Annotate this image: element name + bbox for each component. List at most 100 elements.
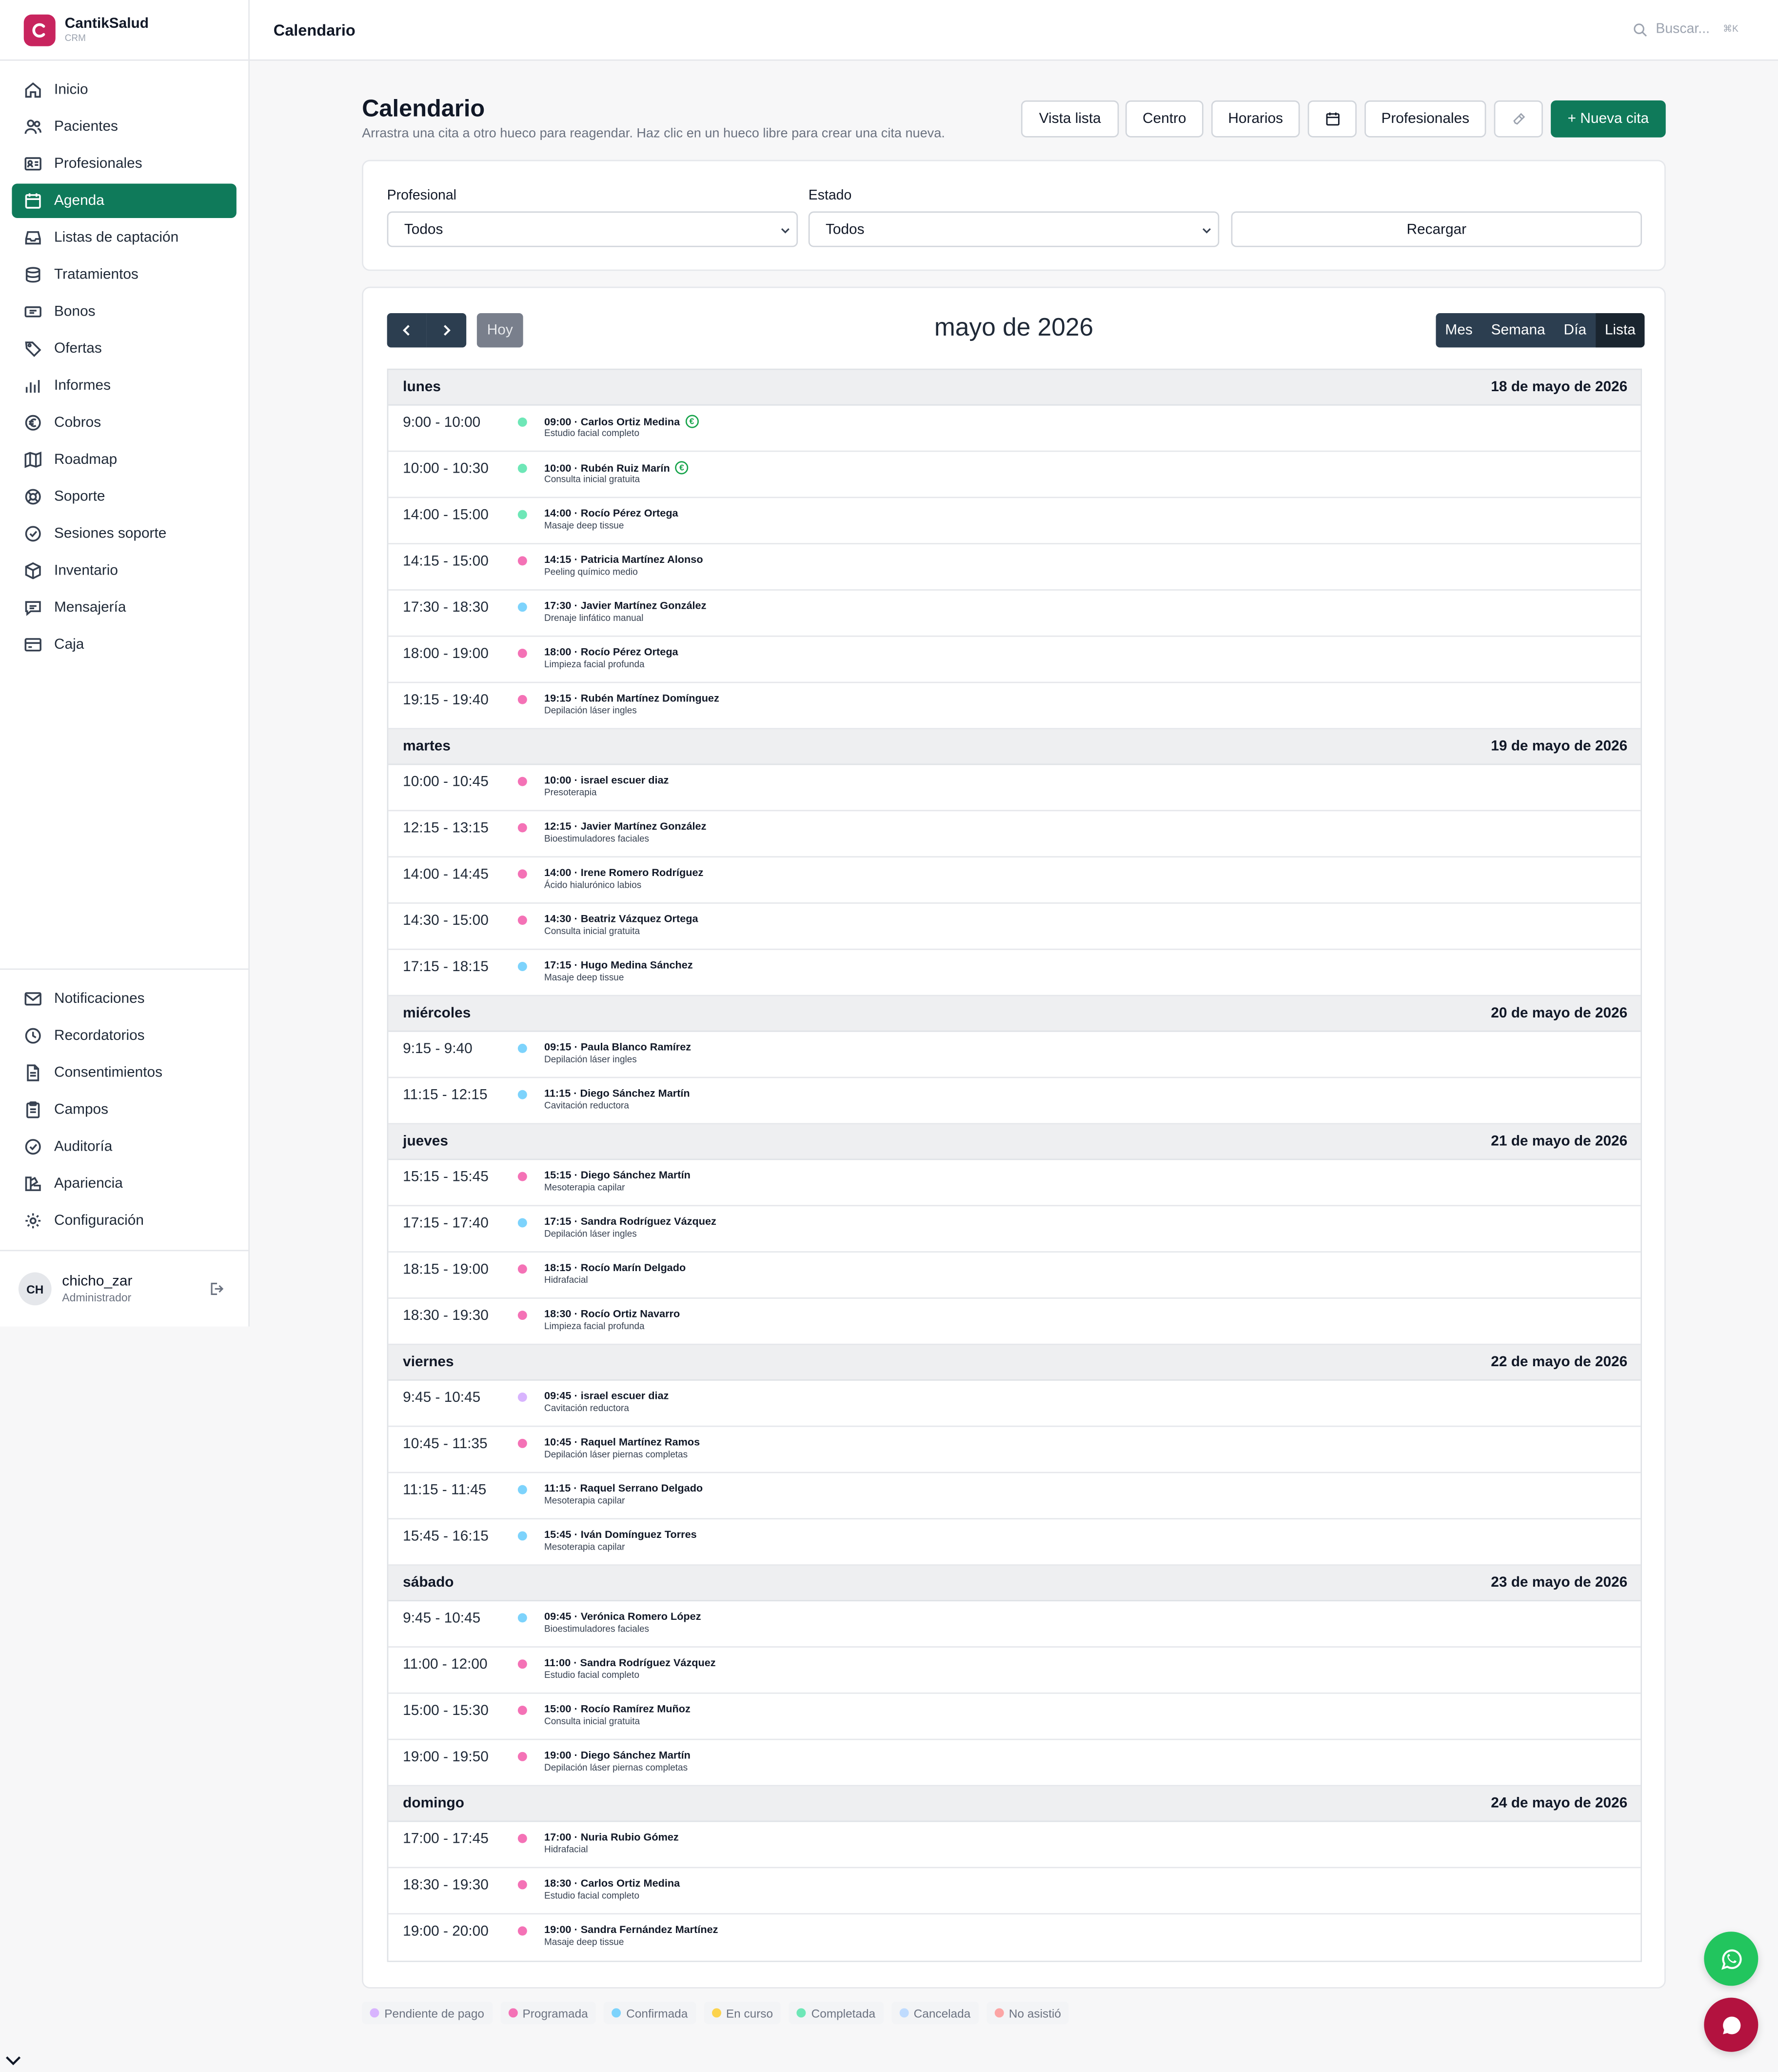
appointment-title[interactable]: 19:00 · Diego Sánchez Martín <box>544 1749 691 1761</box>
appointment-row[interactable]: 9:15 - 9:40 09:15 · Paula Blanco Ramírez D… <box>388 1032 1641 1078</box>
schedules-button[interactable]: Horarios <box>1211 100 1300 138</box>
appointment-title[interactable]: 10:45 · Raquel Martínez Ramos <box>544 1436 700 1448</box>
appointment-row[interactable]: 9:45 - 10:45 09:45 · israel escuer diaz Ca… <box>388 1381 1641 1427</box>
list-view-button[interactable]: Vista lista <box>1021 100 1119 138</box>
appointment-title[interactable]: 18:15 · Rocío Marín Delgado <box>544 1262 686 1274</box>
sidebar-item-mensajeria[interactable]: Mensajería <box>12 591 236 625</box>
appointment-row[interactable]: 17:15 - 17:40 17:15 · Sandra Rodríguez Vá… <box>388 1206 1641 1253</box>
appointment-row[interactable]: 19:15 - 19:40 19:15 · Rubén Martínez Domí… <box>388 683 1641 730</box>
sidebar-item-apariencia[interactable]: Apariencia <box>12 1167 237 1201</box>
day-date[interactable]: 19 de mayo de 2026 <box>1491 738 1627 755</box>
sidebar-item-inventario[interactable]: Inventario <box>12 554 236 588</box>
whatsapp-button[interactable] <box>1704 1932 1758 1986</box>
appointment-row[interactable]: 15:45 - 16:15 15:45 · Iván Domínguez Torr… <box>388 1519 1641 1566</box>
sidebar-item-inicio[interactable]: Inicio <box>12 73 236 107</box>
today-button[interactable]: Hoy <box>476 313 523 348</box>
sidebar-item-notificaciones[interactable]: Notificaciones <box>12 982 237 1016</box>
appointment-title[interactable]: 11:15 · Raquel Serrano Delgado <box>544 1482 703 1494</box>
sidebar-item-sesiones-soporte[interactable]: Sesiones soporte <box>12 517 236 551</box>
appointment-row[interactable]: 11:15 - 11:45 11:15 · Raquel Serrano Delg… <box>388 1473 1641 1520</box>
day-date[interactable]: 22 de mayo de 2026 <box>1491 1354 1627 1370</box>
appointment-title[interactable]: 18:30 · Carlos Ortiz Medina <box>544 1877 680 1889</box>
sidebar-item-roadmap[interactable]: Roadmap <box>12 442 236 477</box>
appointment-title[interactable]: 14:30 · Beatriz Vázquez Ortega <box>544 913 698 925</box>
appointment-row[interactable]: 15:00 - 15:30 15:00 · Rocío Ramírez Muñoz… <box>388 1694 1641 1740</box>
sidebar-item-caja[interactable]: Caja <box>12 628 236 662</box>
appointment-row[interactable]: 19:00 - 19:50 19:00 · Diego Sánchez Martí… <box>388 1740 1641 1787</box>
sidebar-item-tratamientos[interactable]: Tratamientos <box>12 258 236 292</box>
tools-button[interactable] <box>1494 100 1543 138</box>
appointment-title[interactable]: 17:00 · Nuria Rubio Gómez <box>544 1831 679 1843</box>
appointment-row[interactable]: 14:00 - 14:45 14:00 · Irene Romero Rodríg… <box>388 857 1641 904</box>
view-semana-button[interactable]: Semana <box>1482 313 1555 347</box>
appointment-row[interactable]: 14:00 - 15:00 14:00 · Rocío Pérez Ortega M… <box>388 498 1641 545</box>
appointment-row[interactable]: 11:00 - 12:00 11:00 · Sandra Rodríguez Vá… <box>388 1648 1641 1694</box>
day-date[interactable]: 18 de mayo de 2026 <box>1491 379 1627 395</box>
appointment-title[interactable]: 17:15 · Sandra Rodríguez Vázquez <box>544 1215 716 1227</box>
prev-week-button[interactable] <box>387 313 427 348</box>
calendar-picker-button[interactable] <box>1307 100 1357 138</box>
chat-button[interactable] <box>1704 1997 1758 2052</box>
sidebar-item-cobros[interactable]: Cobros <box>12 406 236 440</box>
appointment-title[interactable]: 09:45 · israel escuer diaz <box>544 1390 669 1402</box>
appointment-row[interactable]: 9:00 - 10:00 09:00 · Carlos Ortiz Medina €… <box>388 406 1641 452</box>
view-lista-button[interactable]: Lista <box>1595 313 1645 348</box>
sidebar-item-soporte[interactable]: Soporte <box>12 479 236 514</box>
sidebar-item-profesionales[interactable]: Profesionales <box>12 147 236 181</box>
appointment-title[interactable]: 14:00 · Irene Romero Rodríguez <box>544 867 703 878</box>
appointment-row[interactable]: 9:45 - 10:45 09:45 · Verónica Romero Lópe… <box>388 1601 1641 1648</box>
appointment-title[interactable]: 09:15 · Paula Blanco Ramírez <box>544 1041 691 1053</box>
sidebar-item-listas-de-captacion[interactable]: Listas de captación <box>12 220 236 255</box>
appointment-title[interactable]: 19:00 · Sandra Fernández Martínez <box>544 1924 718 1935</box>
center-button[interactable]: Centro <box>1125 100 1204 138</box>
reload-button[interactable]: Recargar <box>1231 211 1642 247</box>
appointment-row[interactable]: 11:15 - 12:15 11:15 · Diego Sánchez Martí… <box>388 1078 1641 1125</box>
logout-icon[interactable] <box>207 1280 224 1297</box>
appointment-row[interactable]: 12:15 - 13:15 12:15 · Javier Martínez Gon… <box>388 811 1641 857</box>
sidebar-item-agenda[interactable]: Agenda <box>12 183 237 218</box>
next-week-button[interactable] <box>426 313 467 348</box>
sidebar-item-ofertas[interactable]: Ofertas <box>12 332 236 366</box>
appointment-row[interactable]: 19:00 - 20:00 19:00 · Sandra Fernández Ma… <box>388 1914 1640 1961</box>
brand[interactable]: CantikSalud CRM <box>0 0 249 61</box>
appointment-row[interactable]: 15:15 - 15:45 15:15 · Diego Sánchez Martí… <box>388 1160 1641 1207</box>
sidebar-item-bonos[interactable]: Bonos <box>12 295 236 329</box>
appointment-title[interactable]: 17:15 · Hugo Medina Sánchez <box>544 959 693 971</box>
appointment-title[interactable]: 09:45 · Verónica Romero López <box>544 1611 701 1622</box>
appointment-row[interactable]: 10:00 - 10:45 10:00 · israel escuer diaz P… <box>388 765 1641 812</box>
sidebar-item-recordatorios[interactable]: Recordatorios <box>12 1018 237 1053</box>
appointment-title[interactable]: 18:30 · Rocío Ortiz Navarro <box>544 1308 680 1320</box>
sidebar-item-campos[interactable]: Campos <box>12 1093 237 1127</box>
appointment-row[interactable]: 18:00 - 19:00 18:00 · Rocío Pérez Ortega L… <box>388 637 1641 683</box>
chevron-down-icon[interactable] <box>4 2054 22 2068</box>
professional-select[interactable]: Todos <box>387 211 798 247</box>
appointment-row[interactable]: 17:30 - 18:30 17:30 · Javier Martínez Gon… <box>388 591 1641 637</box>
appointment-row[interactable]: 18:30 - 19:30 18:30 · Carlos Ortiz Medina… <box>388 1868 1641 1915</box>
appointment-row[interactable]: 10:45 - 11:35 10:45 · Raquel Martínez Ram… <box>388 1427 1641 1474</box>
new-appointment-button[interactable]: + Nueva cita <box>1551 100 1666 138</box>
appointment-title[interactable]: 19:15 · Rubén Martínez Domínguez <box>544 692 719 704</box>
appointment-title[interactable]: 14:15 · Patricia Martínez Alonso <box>544 554 703 565</box>
appointment-title[interactable]: 15:45 · Iván Domínguez Torres <box>544 1529 697 1540</box>
appointment-title[interactable]: 11:00 · Sandra Rodríguez Vázquez <box>544 1657 716 1669</box>
sidebar-item-configuracion[interactable]: Configuración <box>12 1204 237 1238</box>
appointment-row[interactable]: 10:00 - 10:30 10:00 · Rubén Ruiz Marín € Co… <box>388 452 1641 498</box>
day-date[interactable]: 24 de mayo de 2026 <box>1491 1795 1627 1812</box>
appointment-title[interactable]: 15:00 · Rocío Ramírez Muñoz <box>544 1703 691 1715</box>
appointment-title[interactable]: 14:00 · Rocío Pérez Ortega <box>544 507 678 519</box>
avatar[interactable]: CH <box>18 1272 52 1306</box>
status-select[interactable]: Todos <box>808 211 1220 247</box>
appointment-title[interactable]: 11:15 · Diego Sánchez Martín <box>544 1087 690 1099</box>
view-dia-button[interactable]: Día <box>1555 313 1596 347</box>
appointment-title[interactable]: 09:00 · Carlos Ortiz Medina € <box>544 415 699 428</box>
sidebar-item-pacientes[interactable]: Pacientes <box>12 110 236 144</box>
view-mes-button[interactable]: Mes <box>1436 313 1482 347</box>
day-date[interactable]: 21 de mayo de 2026 <box>1491 1134 1627 1150</box>
appointment-title[interactable]: 12:15 · Javier Martínez González <box>544 820 706 832</box>
appointment-row[interactable]: 14:30 - 15:00 14:30 · Beatriz Vázquez Ort… <box>388 904 1641 950</box>
search-input[interactable]: Buscar... ⌘K <box>1633 21 1738 37</box>
appointment-row[interactable]: 18:30 - 19:30 18:30 · Rocío Ortiz Navarro… <box>388 1299 1641 1345</box>
day-date[interactable]: 20 de mayo de 2026 <box>1491 1005 1627 1021</box>
appointment-title[interactable]: 10:00 · Rubén Ruiz Marín € <box>544 461 689 475</box>
sidebar-item-auditoria[interactable]: Auditoría <box>12 1130 237 1164</box>
